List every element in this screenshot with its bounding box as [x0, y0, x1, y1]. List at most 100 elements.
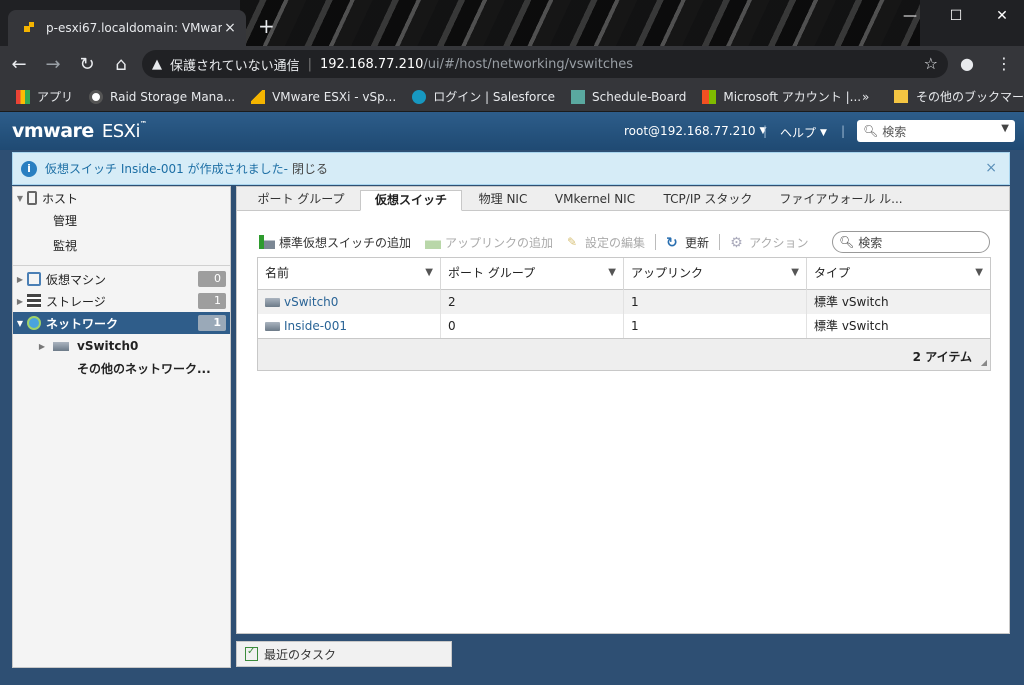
recent-tasks-panel[interactable]: 最近のタスク: [236, 641, 452, 667]
expand-right-icon[interactable]: ▶: [13, 275, 27, 284]
chevron-down-icon[interactable]: ▼: [791, 258, 799, 288]
edit-settings-button[interactable]: ✎ 設定の編集: [567, 234, 645, 251]
bookmarks-bar: アプリ Raid Storage Mana... VMware ESXi - v…: [0, 82, 1024, 112]
tab-tcpip-stacks[interactable]: TCP/IP スタック: [649, 190, 767, 211]
bookmark-salesforce[interactable]: ログイン | Salesforce: [412, 88, 555, 105]
table-row[interactable]: Inside-001 0 1 標準 vSwitch: [258, 314, 990, 338]
other-bookmarks-label: その他のブックマーク: [916, 90, 1024, 104]
tab-firewall-rules[interactable]: ファイアウォール ル...: [771, 190, 911, 211]
tab-virtual-switches[interactable]: 仮想スイッチ: [360, 190, 462, 211]
tab-physical-nics[interactable]: 物理 NIC: [465, 190, 541, 211]
sidebar-item-label: ホスト: [42, 191, 79, 206]
chevron-down-icon: ▼: [820, 127, 827, 138]
count-badge: 0: [198, 271, 226, 287]
sidebar-item-other-networks[interactable]: その他のネットワーク...: [13, 357, 230, 379]
column-header-uplinks[interactable]: アップリンク ▼: [624, 258, 807, 290]
sidebar-item-vswitch0[interactable]: ▶ vSwitch0: [13, 335, 230, 357]
other-bookmarks[interactable]: その他のブックマーク: [894, 88, 1024, 105]
notification-dismiss-icon[interactable]: ×: [985, 160, 997, 176]
logo-esxi-text: ESXi: [101, 121, 141, 142]
sidebar-item-label: vSwitch0: [77, 339, 139, 353]
browser-tab[interactable]: p-esxi67.localdomain: VMware ESXi ×: [8, 10, 246, 46]
button-label: 標準仮想スイッチの追加: [279, 235, 412, 250]
sidebar-item-monitor[interactable]: 監視: [13, 234, 230, 256]
chevron-down-icon[interactable]: ▼: [1001, 123, 1009, 134]
browser-toolbar: ← → ↻ ⌂ ▲ 保護されていない通信 | 192.168.77.210 /u…: [0, 46, 1024, 82]
column-header-type[interactable]: タイプ ▼: [807, 258, 990, 290]
help-menu[interactable]: ヘルプ ▼: [780, 124, 827, 141]
actions-button[interactable]: ⚙ アクション: [730, 234, 808, 251]
bookmark-label: アプリ: [37, 90, 74, 104]
expand-down-icon[interactable]: ▼: [13, 194, 27, 203]
bookmark-raid[interactable]: Raid Storage Mana...: [89, 89, 236, 104]
count-badge: 1: [198, 315, 226, 331]
expand-right-icon[interactable]: ▶: [35, 342, 49, 351]
security-status[interactable]: 保護されていない通信: [170, 55, 300, 74]
header-search-input[interactable]: 🔍︎ 検索 ▼: [857, 120, 1015, 142]
home-button[interactable]: ⌂: [106, 54, 136, 75]
close-window-button[interactable]: ✕: [982, 4, 1022, 28]
vswitch-link[interactable]: vSwitch0: [284, 295, 338, 309]
bookmark-vmware[interactable]: VMware ESXi - vSp...: [251, 89, 396, 104]
new-tab-button[interactable]: +: [258, 16, 275, 36]
add-uplink-button[interactable]: アップリンクの追加: [425, 234, 553, 251]
warning-icon[interactable]: ▲: [152, 57, 162, 72]
bookmark-microsoft[interactable]: Microsoft アカウント |...: [702, 88, 861, 105]
column-header-name[interactable]: 名前 ▼: [258, 258, 441, 290]
task-list-icon: [245, 646, 258, 661]
reload-button[interactable]: ↻: [72, 54, 102, 75]
sidebar-item-manage[interactable]: 管理: [13, 209, 230, 231]
header-divider: |: [841, 124, 846, 138]
minimize-button[interactable]: —: [890, 4, 930, 28]
storage-icon: [27, 294, 41, 308]
notification-close-link[interactable]: 閉じる: [292, 160, 328, 177]
vmware-favicon-icon: [22, 21, 36, 35]
tab-vmkernel-nics[interactable]: VMkernel NIC: [545, 190, 645, 211]
sidebar-item-label: 仮想マシン: [46, 272, 107, 287]
search-icon: 🔍︎: [839, 235, 855, 249]
sidebar-item-label: ネットワーク: [46, 316, 119, 331]
cell-uplinks: 1: [624, 290, 807, 314]
expand-down-icon[interactable]: ▼: [13, 319, 27, 328]
button-label: 設定の編集: [585, 235, 646, 250]
omnibox-divider: |: [307, 56, 313, 72]
sidebar-item-storage[interactable]: ▶ ストレージ 1: [13, 290, 230, 312]
column-label: アップリンク: [631, 266, 704, 280]
header-divider: |: [763, 124, 768, 138]
count-badge: 1: [198, 293, 226, 309]
refresh-button[interactable]: ↻ 更新: [666, 234, 709, 251]
toolbar-divider: [655, 234, 657, 250]
pencil-icon: ✎: [567, 235, 578, 249]
bookmark-star-icon[interactable]: ☆: [924, 54, 938, 73]
logo-vmware-text: vmware: [12, 120, 94, 142]
vswitch-link[interactable]: Inside-001: [284, 319, 347, 333]
add-standard-vswitch-button[interactable]: 標準仮想スイッチの追加: [259, 234, 411, 251]
resize-grip-icon[interactable]: ◢: [981, 358, 987, 367]
bookmark-apps[interactable]: アプリ: [16, 88, 73, 105]
user-menu[interactable]: root@192.168.77.210 ▼: [624, 124, 766, 138]
sidebar-item-vms[interactable]: ▶ 仮想マシン 0: [13, 268, 230, 290]
address-bar[interactable]: ▲ 保護されていない通信 | 192.168.77.210 /ui/#/host…: [142, 50, 948, 78]
chevron-down-icon[interactable]: ▼: [975, 258, 983, 288]
tab-port-groups[interactable]: ポート グループ: [245, 190, 357, 211]
profile-icon[interactable]: ●: [960, 54, 974, 73]
table-row[interactable]: vSwitch0 2 1 標準 vSwitch: [258, 290, 990, 314]
back-button[interactable]: ←: [4, 54, 34, 75]
bookmark-label: Raid Storage Mana...: [110, 89, 236, 104]
button-label: 更新: [685, 235, 710, 250]
chevron-down-icon[interactable]: ▼: [608, 258, 616, 288]
column-header-port-groups[interactable]: ポート グループ ▼: [441, 258, 624, 290]
apps-grid-icon: [16, 89, 30, 104]
sidebar-item-network[interactable]: ▼ ネットワーク 1: [13, 312, 230, 334]
grid-search-input[interactable]: 🔍︎ 検索: [832, 231, 990, 253]
browser-menu-icon[interactable]: ⋮: [996, 54, 1012, 73]
expand-right-icon[interactable]: ▶: [13, 297, 27, 306]
maximize-button[interactable]: ☐: [936, 4, 976, 28]
grid-footer: 2 アイテム ◢: [258, 338, 990, 370]
bookmark-schedule-board[interactable]: Schedule-Board: [571, 89, 686, 104]
sidebar-item-host[interactable]: ▼ ホスト: [13, 187, 230, 209]
chevron-down-icon[interactable]: ▼: [425, 258, 433, 288]
tab-close-icon[interactable]: ×: [222, 20, 238, 36]
bookmarks-overflow-button[interactable]: »: [862, 90, 869, 104]
forward-button[interactable]: →: [38, 54, 68, 75]
